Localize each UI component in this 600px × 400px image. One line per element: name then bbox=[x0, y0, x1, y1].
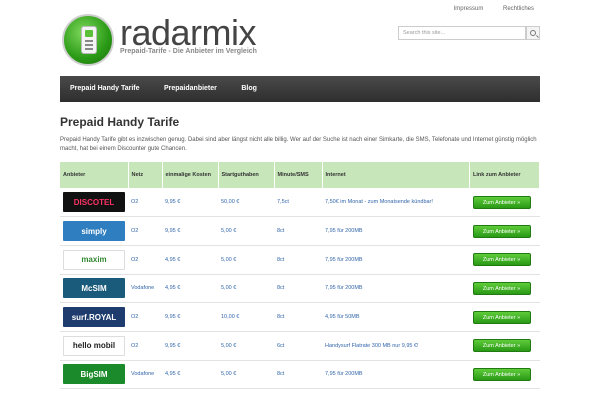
zum-anbieter-button[interactable]: Zum Anbieter » bbox=[472, 339, 531, 353]
netz-cell: O2 bbox=[128, 216, 162, 246]
nav-item-prepaid-handy-tarife[interactable]: Prepaid Handy Tarife bbox=[60, 76, 150, 102]
table-row: simply O2 9,95 €5,00 €8ct 7,95 für 200MB Zum… bbox=[60, 216, 540, 246]
kosten-cell: 4,95 € bbox=[162, 274, 218, 304]
startguthaben-cell: 5,00 € bbox=[218, 274, 274, 304]
col-minute-sms: Minute/SMS bbox=[274, 162, 323, 188]
internet-cell: 7,95 für 200MB bbox=[322, 245, 470, 275]
search-input[interactable]: Search this site... bbox=[398, 26, 526, 40]
minute-sms-cell: 8ct bbox=[274, 216, 322, 246]
col-internet: Internet bbox=[322, 162, 470, 188]
zum-anbieter-button[interactable]: Zum Anbieter » bbox=[472, 224, 531, 238]
nav-item-prepaidanbieter[interactable]: Prepaidanbieter bbox=[154, 76, 227, 102]
netz-cell: O2 bbox=[128, 188, 162, 218]
minute-sms-cell: 8ct bbox=[274, 360, 322, 390]
table-row: hello mobil O2 9,95 €5,00 €6ct Handysurf Fl… bbox=[60, 331, 540, 361]
provider-logo[interactable]: DISCOTEL bbox=[63, 192, 125, 213]
link-cell: Zum Anbieter » bbox=[469, 188, 540, 218]
minute-sms-cell: 8ct bbox=[274, 302, 322, 332]
provider-logo[interactable]: McSIM bbox=[63, 278, 125, 299]
netz-cell: Vodafone bbox=[128, 274, 162, 304]
provider-cell: hello mobil bbox=[60, 331, 128, 361]
top-links: Impressum Rechtliches bbox=[436, 6, 534, 12]
logo-tagline: Prepaid-Tarife - Die Anbieter im Verglei… bbox=[120, 48, 257, 55]
link-cell: Zum Anbieter » bbox=[469, 302, 540, 332]
col-anbieter: Anbieter bbox=[60, 162, 129, 188]
link-cell: Zum Anbieter » bbox=[469, 216, 540, 246]
minute-sms-cell: 6ct bbox=[274, 331, 322, 361]
internet-cell: 7,95 für 200MB bbox=[322, 360, 470, 390]
table-header-row: Anbieter Netz einmalige Kosten Startguth… bbox=[60, 162, 540, 188]
col-netz: Netz bbox=[128, 162, 163, 188]
link-cell: Zum Anbieter » bbox=[469, 245, 540, 275]
page-title: Prepaid Handy Tarife bbox=[60, 115, 180, 129]
provider-cell: DISCOTEL bbox=[60, 188, 128, 218]
internet-cell: 7,95 für 200MB bbox=[322, 216, 470, 246]
provider-cell: BigSIM bbox=[60, 360, 128, 390]
startguthaben-cell: 5,00 € bbox=[218, 360, 274, 390]
netz-cell: Vodafone bbox=[128, 360, 162, 390]
provider-logo[interactable]: hello mobil bbox=[63, 335, 125, 356]
startguthaben-cell: 5,00 € bbox=[218, 245, 274, 275]
zum-anbieter-button[interactable]: Zum Anbieter » bbox=[472, 367, 531, 381]
impressum-link[interactable]: Impressum bbox=[454, 6, 484, 12]
internet-cell: Handysurf Flatrate 300 MB nur 9,95 €! bbox=[322, 331, 470, 361]
provider-cell: simply bbox=[60, 216, 128, 246]
startguthaben-cell: 10,00 € bbox=[218, 302, 274, 332]
startguthaben-cell: 5,00 € bbox=[218, 216, 274, 246]
link-cell: Zum Anbieter » bbox=[469, 274, 540, 304]
zum-anbieter-button[interactable]: Zum Anbieter » bbox=[472, 281, 531, 295]
provider-cell: surf.ROYAL bbox=[60, 302, 128, 332]
zum-anbieter-button[interactable]: Zum Anbieter » bbox=[472, 253, 531, 267]
provider-logo[interactable]: maxim bbox=[63, 249, 125, 270]
nav-item-blog[interactable]: Blog bbox=[231, 76, 267, 102]
internet-cell: 4,95 für 50MB bbox=[322, 302, 470, 332]
startguthaben-cell: 5,00 € bbox=[218, 331, 274, 361]
internet-cell: 7,50€ im Monat - zum Monatsende kündbar! bbox=[322, 188, 470, 218]
zum-anbieter-button[interactable]: Zum Anbieter » bbox=[472, 195, 531, 209]
provider-logo[interactable]: surf.ROYAL bbox=[63, 307, 125, 328]
intro-text: Prepaid Handy Tarife gibt es inzwischen … bbox=[60, 137, 537, 152]
minute-sms-cell: 8ct bbox=[274, 245, 322, 275]
col-kosten: einmalige Kosten bbox=[162, 162, 219, 188]
kosten-cell: 9,95 € bbox=[162, 331, 218, 361]
kosten-cell: 4,95 € bbox=[162, 245, 218, 275]
table-row: BigSIM Vodafone 4,95 €5,00 €8ct 7,95 für 20… bbox=[60, 360, 540, 390]
minute-sms-cell: 8ct bbox=[274, 274, 322, 304]
provider-cell: McSIM bbox=[60, 274, 128, 304]
minute-sms-cell: 7,5ct bbox=[274, 188, 322, 218]
search-button[interactable] bbox=[526, 26, 540, 40]
zum-anbieter-button[interactable]: Zum Anbieter » bbox=[472, 310, 531, 324]
link-cell: Zum Anbieter » bbox=[469, 360, 540, 390]
provider-logo[interactable]: simply bbox=[63, 221, 125, 242]
table-row: surf.ROYAL O2 9,95 €10,00 €8ct 4,95 für 50M… bbox=[60, 302, 540, 332]
logo-phone-icon[interactable] bbox=[62, 14, 114, 66]
search-icon bbox=[530, 30, 536, 36]
col-link: Link zum Anbieter bbox=[469, 162, 540, 188]
netz-cell: O2 bbox=[128, 331, 162, 361]
provider-cell: maxim bbox=[60, 245, 128, 275]
netz-cell: O2 bbox=[128, 302, 162, 332]
table-row: DISCOTEL O2 9,95 €50,00 €7,5ct 7,50€ im Mon… bbox=[60, 188, 540, 218]
logo-name[interactable]: radarmix bbox=[120, 13, 257, 53]
kosten-cell: 9,95 € bbox=[162, 216, 218, 246]
netz-cell: O2 bbox=[128, 245, 162, 275]
main-nav: Prepaid Handy Tarife Prepaidanbieter Blo… bbox=[60, 76, 540, 102]
link-cell: Zum Anbieter » bbox=[469, 331, 540, 361]
provider-logo[interactable]: BigSIM bbox=[63, 364, 125, 385]
internet-cell: 7,95 für 200MB bbox=[322, 274, 470, 304]
kosten-cell: 9,95 € bbox=[162, 188, 218, 218]
table-row: maxim O2 4,95 €5,00 €8ct 7,95 für 200MB Zum … bbox=[60, 245, 540, 275]
col-startguthaben: Startguthaben bbox=[218, 162, 275, 188]
table-row: McSIM Vodafone 4,95 €5,00 €8ct 7,95 für 200… bbox=[60, 274, 540, 304]
rechtliches-link[interactable]: Rechtliches bbox=[503, 6, 534, 12]
kosten-cell: 4,95 € bbox=[162, 360, 218, 390]
kosten-cell: 9,95 € bbox=[162, 302, 218, 332]
tariff-table: Anbieter Netz einmalige Kosten Startguth… bbox=[60, 162, 540, 390]
startguthaben-cell: 50,00 € bbox=[218, 188, 274, 218]
